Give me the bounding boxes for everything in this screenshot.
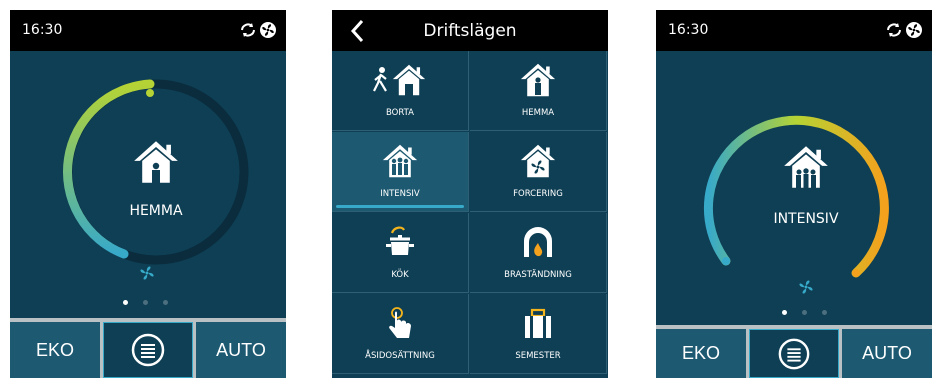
menu-icon: [778, 338, 810, 369]
header-bar: Driftslägen: [332, 10, 608, 51]
house-fan-icon: [520, 144, 556, 178]
menu-button[interactable]: [103, 322, 193, 378]
house-icon: [134, 141, 178, 183]
fan-icon: [140, 266, 154, 280]
menu-icon: [131, 333, 165, 367]
page-title: Driftslägen: [423, 21, 517, 41]
menu-button[interactable]: [749, 329, 839, 378]
bottom-bar: EKO AUTO: [656, 325, 932, 378]
auto-button[interactable]: AUTO: [196, 322, 286, 378]
mode-label: KÖK: [391, 270, 409, 280]
mode-hemma[interactable]: HEMMA: [470, 51, 607, 131]
mode-label: INTENSIV: [773, 211, 839, 227]
fan-icon: [799, 280, 813, 294]
mode-label: HEMMA: [129, 203, 183, 219]
clock: 16:30: [668, 22, 709, 38]
pager-dot-3[interactable]: [822, 310, 827, 315]
pager-dot-1[interactable]: [782, 310, 787, 315]
home-screen-hemma: 16:30 HEMMA EKO AUTO: [10, 10, 286, 378]
mode-label: BRASTÄNDNING: [504, 270, 572, 280]
operating-modes-screen: Driftslägen BORTA HEMMA INTENSIV FORCERI…: [332, 10, 608, 378]
selected-indicator: [336, 205, 464, 208]
fan-level-gauge[interactable]: [656, 51, 932, 311]
mode-borta[interactable]: BORTA: [332, 51, 469, 131]
touch-hand-icon: [389, 307, 411, 338]
mode-intensiv[interactable]: INTENSIV: [332, 132, 469, 212]
pager-dot-2[interactable]: [802, 310, 807, 315]
home-screen-intensiv: 16:30 INTENSIV EKO AUTO: [656, 10, 932, 378]
mode-label: ÅSIDOSÄTTNING: [365, 351, 435, 361]
fan-level-gauge[interactable]: [10, 51, 286, 311]
status-bar: 16:30: [10, 10, 286, 51]
pager-dot-2[interactable]: [143, 300, 148, 305]
mode-brastandning[interactable]: BRASTÄNDNING: [470, 213, 607, 293]
mode-forcering[interactable]: FORCERING: [470, 132, 607, 212]
pager-dot-1[interactable]: [123, 300, 128, 305]
clock: 16:30: [22, 22, 63, 38]
house-family-icon: [784, 146, 828, 188]
mode-label: FORCERING: [513, 189, 563, 199]
fan-icon[interactable]: [260, 22, 276, 38]
fan-icon[interactable]: [906, 22, 922, 38]
eko-button[interactable]: EKO: [656, 329, 746, 378]
mode-label: INTENSIV: [380, 189, 420, 199]
status-bar: 16:30: [656, 10, 932, 51]
bottom-bar: EKO AUTO: [10, 318, 286, 378]
walking-away-icon: [373, 64, 426, 97]
mode-asidosattning[interactable]: ÅSIDOSÄTTNING: [332, 294, 469, 374]
auto-button[interactable]: AUTO: [842, 329, 932, 378]
mode-kok[interactable]: KÖK: [332, 213, 469, 293]
mode-label: HEMMA: [521, 108, 555, 118]
fireplace-icon: [524, 227, 552, 257]
sync-icon[interactable]: [887, 23, 901, 37]
mode-semester[interactable]: SEMESTER: [470, 294, 607, 374]
sync-icon[interactable]: [241, 23, 255, 37]
eko-button[interactable]: EKO: [10, 322, 100, 378]
suitcase-icon: [525, 308, 551, 338]
pager-dot-3[interactable]: [163, 300, 168, 305]
mode-grid: BORTA HEMMA INTENSIV FORCERING KÖK BRAST…: [332, 51, 608, 378]
house-person-icon: [520, 63, 556, 97]
cooking-pot-icon: [386, 226, 414, 255]
mode-label: BORTA: [385, 108, 414, 118]
mode-label: SEMESTER: [515, 351, 561, 361]
house-family-icon: [382, 144, 418, 178]
